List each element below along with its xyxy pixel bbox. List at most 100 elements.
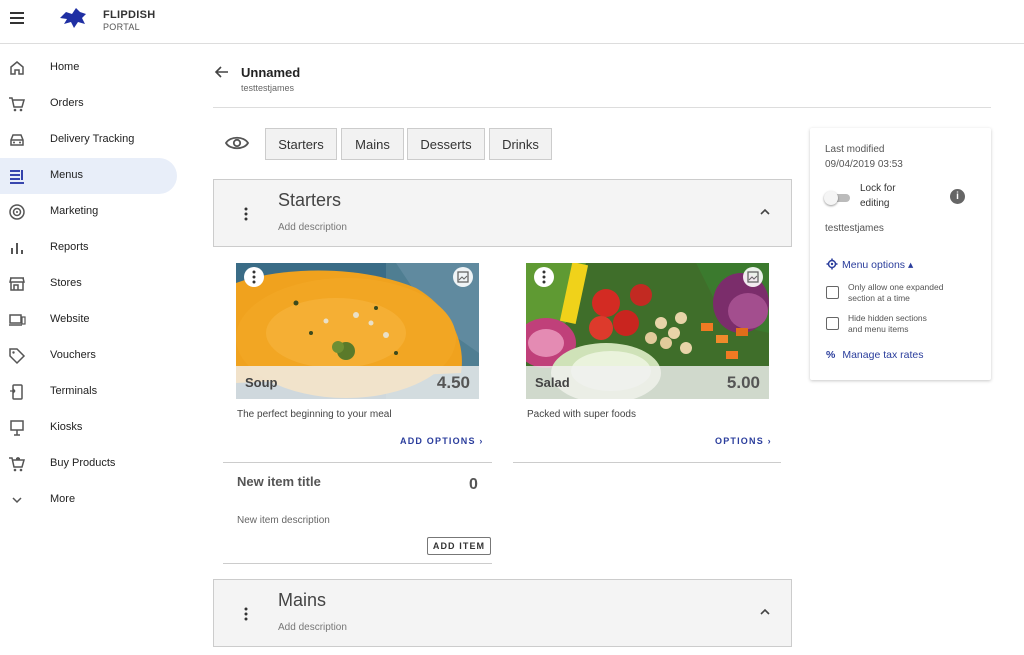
tag-icon: [9, 348, 26, 365]
sidebar-item-label: Menus: [50, 169, 84, 181]
sidebar-item-label: Terminals: [50, 385, 98, 397]
more-vert-icon[interactable]: [244, 607, 248, 621]
header-divider: [213, 107, 991, 108]
kiosk-icon: [10, 420, 24, 436]
sidebar-item-kiosks[interactable]: Kiosks: [0, 410, 177, 446]
manage-tax-rates-link[interactable]: % Manage tax rates: [826, 349, 923, 361]
user-name: testtestjames: [825, 223, 884, 234]
eye-icon[interactable]: [225, 134, 249, 152]
sidebar-item-label: Buy Products: [50, 457, 116, 469]
sidebar-item-label: Delivery Tracking: [50, 133, 135, 145]
section-starters: Starters Add description: [213, 179, 792, 247]
menu-book-icon: [10, 170, 24, 184]
image-icon: [747, 271, 759, 283]
image-edit-button[interactable]: [743, 267, 763, 287]
sidebar-item-marketing[interactable]: Marketing: [0, 194, 177, 230]
item-image-soup[interactable]: Soup 4.50: [236, 263, 479, 399]
sidebar-item-label: Marketing: [50, 205, 99, 217]
sidebar-item-label: Orders: [50, 97, 84, 109]
item-options-button[interactable]: [534, 267, 554, 287]
sidebar-item-delivery-tracking[interactable]: Delivery Tracking: [0, 122, 177, 158]
back-arrow-icon[interactable]: [214, 64, 230, 80]
expanded-section-checkbox[interactable]: [826, 286, 839, 299]
more-vert-icon: [252, 270, 256, 284]
options-label: OPTIONS: [715, 436, 764, 446]
sidebar-item-buy-products[interactable]: Buy Products: [0, 446, 177, 482]
shopping-cart-icon: [9, 457, 25, 472]
section-mains: Mains Add description: [213, 579, 792, 647]
toggle-knob: [824, 191, 838, 205]
item-options-button[interactable]: [244, 267, 264, 287]
caret-up-icon: ▴: [907, 259, 914, 271]
sidebar-item-orders[interactable]: Orders: [0, 86, 177, 122]
store-icon: [9, 277, 25, 291]
menu-settings-panel: Last modified 09/04/2019 03:53 Lock for …: [810, 128, 991, 380]
hamburger-menu-icon[interactable]: [10, 12, 24, 24]
info-icon[interactable]: i: [950, 189, 965, 204]
page-subtitle: testtestjames: [241, 83, 295, 93]
item-image-salad[interactable]: Salad 5.00: [526, 263, 769, 399]
item-name: Salad: [535, 375, 570, 390]
new-item-title[interactable]: New item title: [237, 474, 321, 489]
hide-hidden-label-line2: and menu items: [848, 324, 909, 334]
lock-editing-toggle[interactable]: [824, 191, 852, 205]
sidebar-item-label: Home: [50, 61, 80, 73]
more-vert-icon[interactable]: [244, 207, 248, 221]
image-edit-button[interactable]: [453, 267, 473, 287]
tab-drinks[interactable]: Drinks: [489, 128, 552, 160]
item-price: 4.50: [436, 373, 470, 392]
expanded-section-label-line2: section at a time: [848, 293, 910, 303]
tab-desserts[interactable]: Desserts: [407, 128, 485, 160]
sidebar-item-label: Reports: [50, 241, 89, 253]
menu-options-label: Menu options: [842, 259, 906, 271]
item-description: The perfect beginning to your meal: [237, 409, 392, 420]
expanded-section-label-line1: Only allow one expanded: [848, 282, 944, 292]
sidebar-item-menus[interactable]: Menus: [0, 158, 177, 194]
sidebar-item-home[interactable]: Home: [0, 50, 177, 86]
item-description: Packed with super foods: [527, 409, 636, 420]
menu-options-toggle[interactable]: Menu options ▴: [826, 258, 913, 271]
sidebar-item-label: Stores: [50, 277, 82, 289]
terminal-icon: [10, 384, 23, 400]
sidebar-item-label: More: [50, 493, 76, 505]
sidebar-item-terminals[interactable]: Terminals: [0, 374, 177, 410]
add-options-button[interactable]: ADD OPTIONS ›: [400, 436, 484, 446]
chevron-up-icon[interactable]: [759, 208, 771, 216]
sidebar-item-vouchers[interactable]: Vouchers: [0, 338, 177, 374]
last-modified-label: Last modified: [825, 144, 885, 155]
options-button[interactable]: OPTIONS ›: [715, 436, 772, 446]
new-item-price[interactable]: 0: [469, 476, 478, 494]
sidebar-item-label: Website: [50, 313, 90, 325]
home-icon: [10, 61, 24, 75]
section-description[interactable]: Add description: [278, 222, 347, 233]
hide-hidden-label: Hide hidden sections and menu items: [848, 313, 927, 335]
add-options-label: ADD OPTIONS: [400, 436, 476, 446]
chevron-up-icon[interactable]: [759, 608, 771, 616]
sidebar-item-label: Vouchers: [50, 349, 96, 361]
item-divider: [223, 462, 492, 463]
gear-icon: [826, 258, 838, 270]
expanded-section-label: Only allow one expanded section at a time: [848, 282, 943, 304]
tab-mains[interactable]: Mains: [341, 128, 404, 160]
sidebar-item-stores[interactable]: Stores: [0, 266, 177, 302]
sidebar-item-more[interactable]: More: [0, 482, 177, 518]
item-divider: [223, 563, 492, 564]
bar-chart-icon: [11, 243, 23, 254]
last-modified-value: 09/04/2019 03:53: [825, 159, 903, 170]
percent-icon: %: [826, 349, 836, 361]
section-title[interactable]: Mains: [278, 590, 326, 611]
hide-hidden-label-line1: Hide hidden sections: [848, 313, 927, 323]
lock-label-line1: Lock for: [860, 183, 896, 194]
add-item-button[interactable]: ADD ITEM: [427, 537, 491, 555]
item-divider: [513, 462, 781, 463]
sidebar-item-reports[interactable]: Reports: [0, 230, 177, 266]
hide-hidden-checkbox[interactable]: [826, 317, 839, 330]
lock-label-line2: editing: [860, 198, 890, 209]
car-icon: [10, 134, 24, 146]
page-title: Unnamed: [241, 65, 301, 80]
section-title[interactable]: Starters: [278, 190, 341, 211]
tab-starters[interactable]: Starters: [265, 128, 337, 160]
sidebar-item-website[interactable]: Website: [0, 302, 177, 338]
new-item-description[interactable]: New item description: [237, 515, 330, 526]
section-description[interactable]: Add description: [278, 622, 347, 633]
